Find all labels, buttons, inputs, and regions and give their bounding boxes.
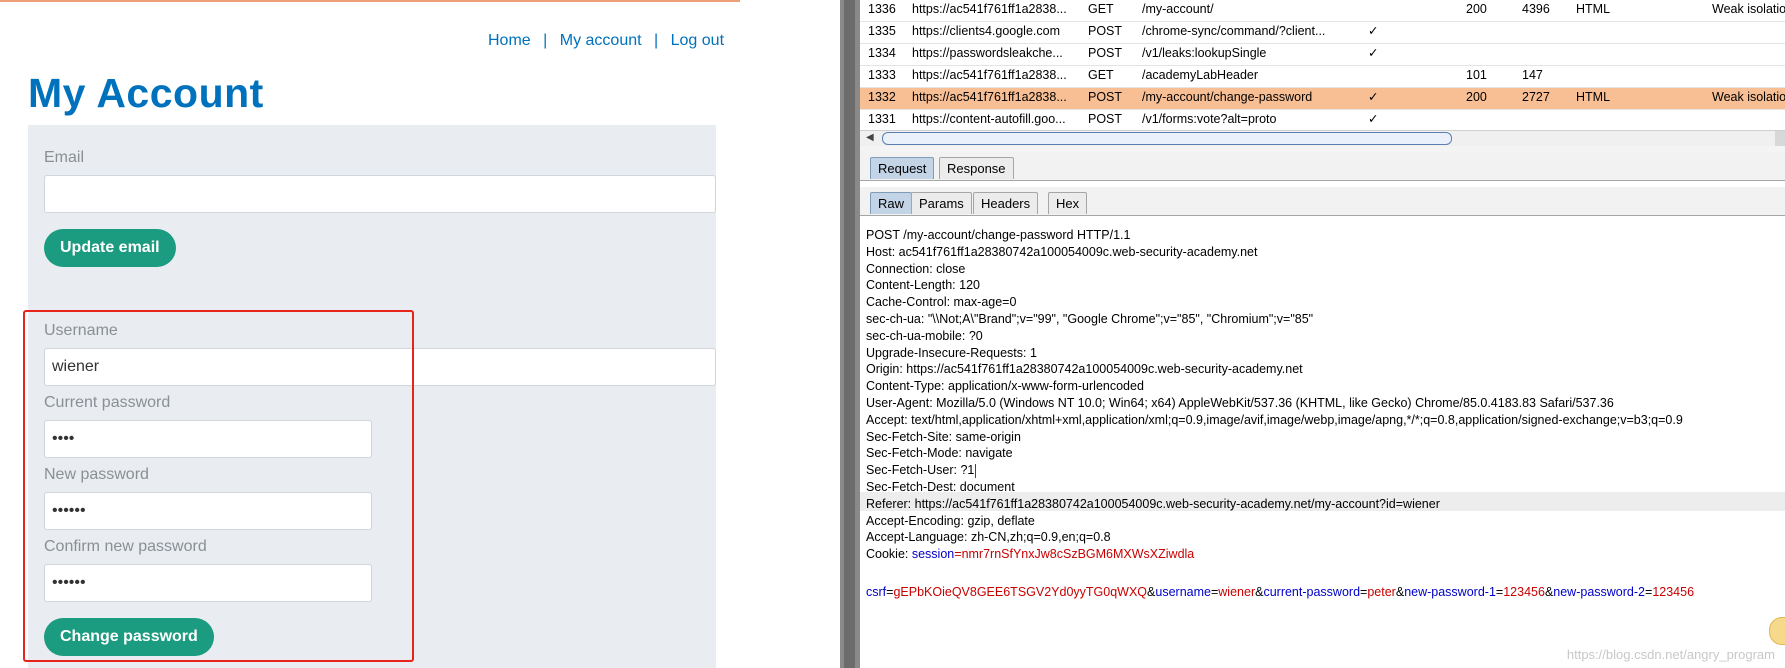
col-url: /my-account/	[1142, 2, 1214, 16]
col-host: https://ac541f761ff1a2838...	[912, 68, 1067, 82]
email-input[interactable]	[44, 175, 716, 213]
raw-request-editor[interactable]: POST /my-account/change-password HTTP/1.…	[860, 226, 1785, 668]
highlight-annotation-box	[23, 310, 414, 662]
nav-my-account-link[interactable]: My account	[560, 32, 642, 49]
body-param-value: 123456	[1652, 584, 1695, 599]
body-param-key: csrf	[866, 584, 887, 599]
col-url: /academyLabHeader	[1142, 68, 1259, 82]
col-url: /chrome-sync/command/?client...	[1142, 24, 1326, 38]
top-accent-line	[0, 0, 740, 2]
page-title: My Account	[28, 70, 264, 116]
col-method: POST	[1088, 24, 1123, 38]
divider-grip	[844, 0, 855, 668]
history-row[interactable]: 1334 https://passwordsleakche... POST/v1/l…	[860, 44, 1785, 66]
history-row[interactable]: 1332 https://ac541f761ff1a2838... POST/my-…	[860, 88, 1785, 110]
col-number: 1332	[868, 90, 896, 104]
col-number: 1331	[868, 112, 896, 126]
col-url: /v1/leaks:lookupSingle	[1142, 46, 1267, 60]
history-row[interactable]: 1336 https://ac541f761ff1a2838... GET/my-a…	[860, 0, 1785, 22]
col-status: 101	[1466, 68, 1487, 82]
col-method: POST	[1088, 46, 1123, 60]
col-number: 1334	[868, 46, 896, 60]
web-app-pane: Home | My account | Log out My Account E…	[0, 0, 740, 668]
history-horizontal-scrollbar[interactable]: ◀	[860, 130, 1785, 147]
top-nav: Home | My account | Log out	[488, 32, 724, 50]
cookie-value: nmr7rnSfYnxJw8cSzBGM6MXWsXZiwdla	[961, 547, 1195, 562]
col-edited: ✓	[1368, 112, 1379, 126]
cookie-eq: =	[954, 547, 962, 562]
col-mime: HTML	[1576, 90, 1611, 104]
nav-home-link[interactable]: Home	[488, 32, 531, 49]
burp-pane: 1336 https://ac541f761ff1a2838... GET/my-a…	[860, 0, 1785, 668]
text-caret	[975, 463, 977, 478]
col-extra: Weak isolation	[1712, 2, 1785, 16]
col-method: POST	[1088, 90, 1123, 104]
proxy-history-table: 1336 https://ac541f761ff1a2838... GET/my-a…	[860, 0, 1785, 147]
body-param-value: wiener	[1218, 584, 1256, 599]
history-row[interactable]: 1335 https://clients4.google.com POST/chro…	[860, 22, 1785, 44]
history-row[interactable]: 1331 https://content-autofill.goo... POST /…	[860, 110, 1785, 132]
col-length: 2727	[1522, 90, 1550, 104]
nav-separator: |	[654, 32, 659, 49]
tab-request[interactable]: Request	[870, 157, 935, 179]
tab-hex[interactable]: Hex	[1048, 192, 1088, 214]
request-body-line: csrf=gEPbKOieQV8GEE6TSGV2Yd0yyTG0qWXQ&us…	[866, 583, 1694, 602]
tab-params[interactable]: Params	[911, 192, 972, 214]
body-param-value: peter	[1367, 584, 1396, 599]
col-status: 200	[1466, 2, 1487, 16]
body-amp: &	[1395, 584, 1405, 599]
col-number: 1336	[868, 2, 896, 16]
email-label: Email	[44, 149, 85, 166]
scrollbar-end	[1775, 131, 1785, 146]
col-number: 1335	[868, 24, 896, 38]
col-url: /my-account/change-password	[1142, 90, 1313, 104]
tab-raw[interactable]: Raw	[870, 192, 913, 214]
nav-log-out-link[interactable]: Log out	[671, 32, 724, 49]
body-param-key: new-password-2	[1553, 584, 1645, 599]
nav-separator: |	[543, 32, 548, 49]
watermark: https://blog.csdn.net/angry_program	[1566, 647, 1775, 662]
scrollbar-thumb[interactable]	[882, 132, 1452, 145]
col-host: https://content-autofill.goo...	[912, 112, 1066, 126]
col-method: GET	[1088, 68, 1114, 82]
pane-divider[interactable]	[840, 0, 860, 668]
tab-response[interactable]: Response	[939, 157, 1014, 179]
col-host: https://ac541f761ff1a2838...	[912, 90, 1067, 104]
col-edited: ✓	[1368, 24, 1379, 38]
body-param-key: new-password-1	[1404, 584, 1496, 599]
col-host: https://passwordsleakche...	[912, 46, 1063, 60]
tab-headers[interactable]: Headers	[973, 192, 1039, 214]
col-url: /v1/forms:vote?alt=proto	[1142, 112, 1277, 126]
col-method: POST	[1088, 112, 1123, 126]
body-param-value: gEPbKOieQV8GEE6TSGV2Yd0yyTG0qWXQ	[893, 584, 1148, 599]
col-edited: ✓	[1368, 46, 1379, 60]
request-response-tabbar: Request Response	[860, 152, 1785, 181]
col-mime: HTML	[1576, 2, 1611, 16]
cookie-line: Cookie: session=nmr7rnSfYnxJw8cSzBGM6MXW…	[866, 545, 1194, 564]
update-email-button[interactable]: Update email	[44, 229, 176, 267]
col-host: https://clients4.google.com	[912, 24, 1060, 38]
col-length: 147	[1522, 68, 1543, 82]
col-number: 1333	[868, 68, 896, 82]
cookie-prefix: Cookie:	[866, 547, 912, 562]
body-param-key: username	[1155, 584, 1211, 599]
scroll-left-arrow-icon[interactable]: ◀	[866, 131, 874, 145]
col-length: 4396	[1522, 2, 1550, 16]
history-row[interactable]: 1333 https://ac541f761ff1a2838... GET/acad…	[860, 66, 1785, 88]
col-host: https://ac541f761ff1a2838...	[912, 2, 1067, 16]
col-method: GET	[1088, 2, 1114, 16]
col-edited: ✓	[1368, 90, 1379, 104]
body-param-value: 123456	[1503, 584, 1545, 599]
cookie-name: session	[911, 547, 955, 562]
col-extra: Weak isolation	[1712, 90, 1785, 104]
col-status: 200	[1466, 90, 1487, 104]
view-mode-tabbar: Raw Params Headers Hex	[860, 187, 1785, 216]
body-param-key: current-password	[1263, 584, 1361, 599]
